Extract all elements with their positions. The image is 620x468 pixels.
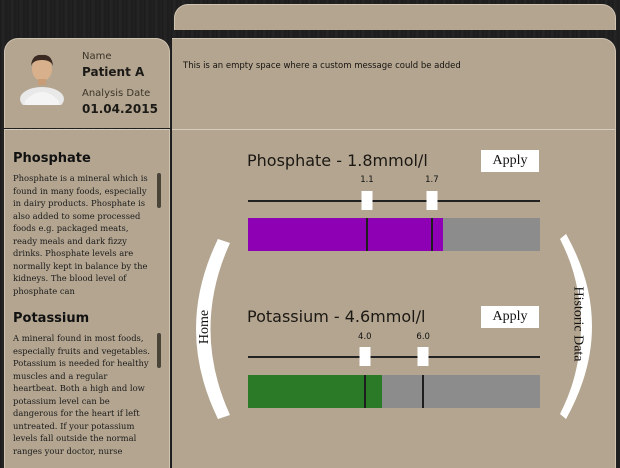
- potassium-low-label: 4.0: [358, 332, 372, 342]
- name-label: Name: [82, 51, 112, 62]
- phosphate-high-handle[interactable]: [426, 191, 438, 210]
- potassium-high-label: 6.0: [416, 332, 430, 342]
- home-nav-tab[interactable]: Home: [182, 239, 230, 419]
- main-panel: This is an empty space where a custom me…: [172, 38, 616, 468]
- divider: [172, 129, 615, 130]
- potassium-low-marker: [363, 375, 366, 408]
- info-sidebar[interactable]: Phosphate Phosphate is a mineral which i…: [4, 129, 170, 468]
- patient-name: Patient A: [82, 65, 145, 79]
- phosphate-title: Phosphate - 1.8mmol/l: [247, 151, 428, 170]
- potassium-low-handle[interactable]: [359, 347, 371, 366]
- phosphate-high-marker: [430, 218, 433, 251]
- phosphate-scrollbar[interactable]: [157, 173, 161, 208]
- phosphate-section-title: Phosphate: [13, 151, 91, 166]
- user-avatar-icon: [20, 54, 64, 105]
- home-label: Home: [197, 309, 213, 345]
- historic-data-label: Historic Data: [570, 286, 586, 362]
- potassium-high-marker: [422, 375, 425, 408]
- potassium-range-slider: [248, 356, 540, 358]
- phosphate-section-text: Phosphate is a mineral which is found in…: [13, 173, 148, 296]
- analysis-date: 01.04.2015: [82, 102, 158, 116]
- divider: [5, 129, 169, 130]
- analysis-date-label: Analysis Date: [82, 88, 151, 99]
- phosphate-high-label: 1.7: [425, 175, 439, 185]
- potassium-apply-button[interactable]: Apply: [481, 306, 539, 328]
- custom-message: This is an empty space where a custom me…: [183, 61, 461, 71]
- phosphate-low-handle[interactable]: [361, 191, 373, 210]
- phosphate-low-label: 1.1: [360, 175, 374, 185]
- potassium-section-title: Potassium: [13, 311, 90, 326]
- phosphate-range-slider: [248, 200, 540, 202]
- patient-info-panel: Name Patient A Analysis Date 01.04.2015: [4, 38, 170, 128]
- phosphate-apply-button[interactable]: Apply: [481, 150, 539, 172]
- potassium-level-fill: [248, 375, 383, 408]
- potassium-section-text: A mineral found in most foods, especiall…: [13, 333, 150, 456]
- top-bar: [174, 4, 616, 30]
- potassium-scrollbar[interactable]: [157, 333, 161, 368]
- potassium-title: Potassium - 4.6mmol/l: [247, 307, 426, 326]
- phosphate-level-bar: [248, 218, 540, 251]
- phosphate-level-fill: [248, 218, 443, 251]
- potassium-level-bar: [248, 375, 540, 408]
- phosphate-low-marker: [365, 218, 368, 251]
- historic-data-nav-tab[interactable]: Historic Data: [560, 234, 610, 419]
- potassium-high-handle[interactable]: [417, 347, 429, 366]
